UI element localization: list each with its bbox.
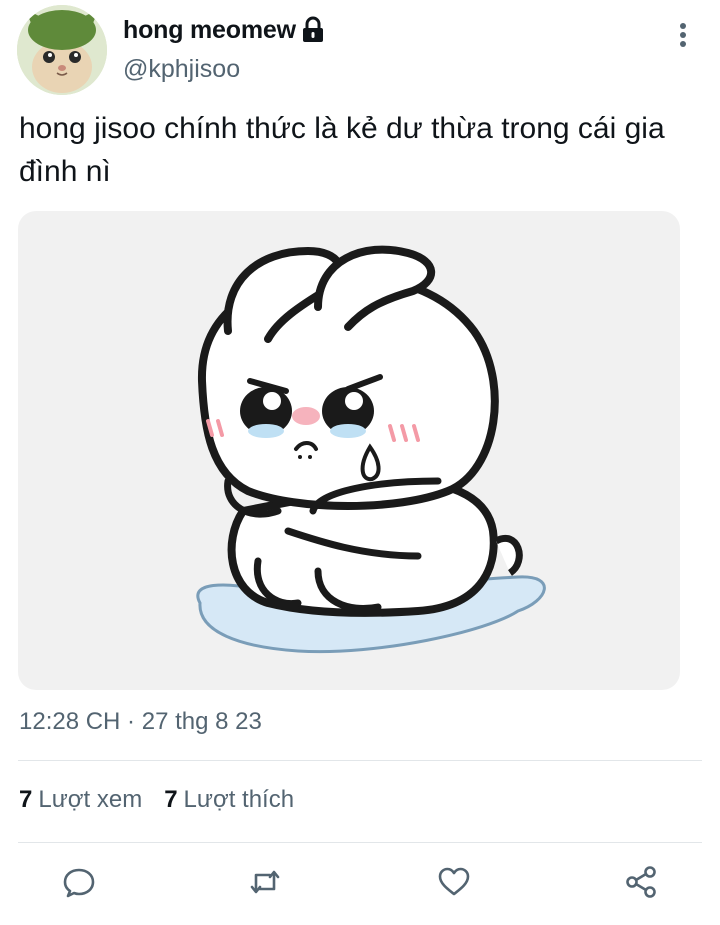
display-name[interactable]: hong meomew <box>123 16 296 45</box>
lock-icon <box>301 16 325 44</box>
tweet-timestamp[interactable]: 12:28 CH · 27 thg 8 23 <box>19 708 262 736</box>
likes-stat[interactable]: 7 Lượt thích <box>164 786 294 814</box>
avatar[interactable] <box>17 5 107 95</box>
more-options-icon[interactable] <box>670 19 696 49</box>
crying-bunny-sticker <box>196 245 546 654</box>
author-name-row[interactable]: hong meomew <box>123 13 325 47</box>
like-icon[interactable] <box>437 865 471 899</box>
divider <box>18 842 702 843</box>
views-label: Lượt xem <box>38 786 143 813</box>
cat-avatar-image <box>17 5 107 95</box>
tweet-stats: 7 Lượt xem 7 Lượt thích <box>19 786 316 814</box>
share-icon[interactable] <box>624 865 658 899</box>
likes-count: 7 <box>164 786 178 813</box>
divider <box>18 760 702 761</box>
reply-icon[interactable] <box>62 865 96 899</box>
views-count: 7 <box>19 786 33 813</box>
likes-label: Lượt thích <box>183 786 295 813</box>
views-stat[interactable]: 7 Lượt xem <box>19 786 142 814</box>
tweet-text: hong jisoo chính thức là kẻ dư thừa tron… <box>19 112 665 188</box>
user-handle[interactable]: @kphjisoo <box>123 55 240 84</box>
tweet-media[interactable] <box>18 211 680 690</box>
retweet-icon[interactable] <box>248 865 282 899</box>
